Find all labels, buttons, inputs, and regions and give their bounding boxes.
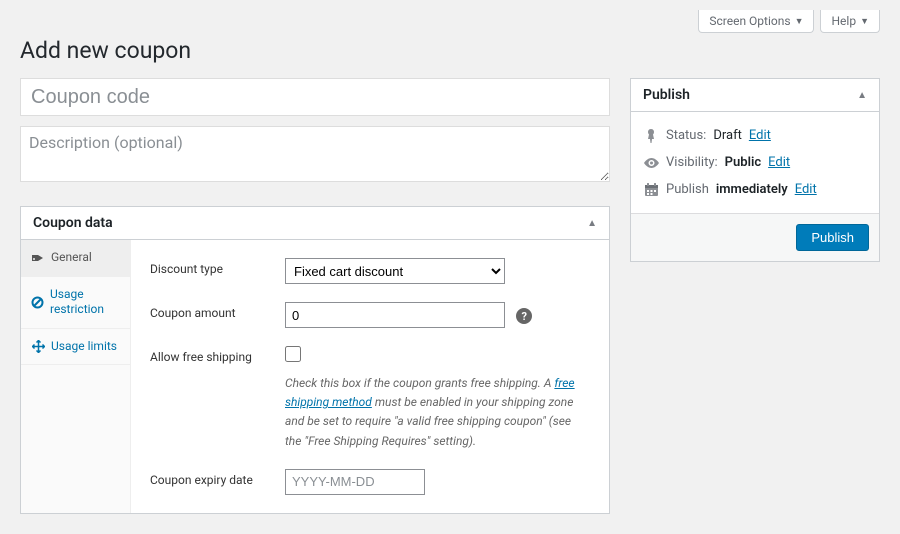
- coupon-data-box: Coupon data ▲ General: [20, 206, 610, 514]
- description-textarea[interactable]: [20, 126, 610, 182]
- publish-box: Publish ▲ Status: Draft Edit: [630, 78, 880, 262]
- collapse-toggle[interactable]: ▲: [587, 218, 597, 229]
- coupon-amount-input[interactable]: [285, 302, 505, 328]
- help-tab[interactable]: Help ▼: [820, 10, 880, 33]
- help-label: Help: [831, 14, 856, 28]
- edit-status-link[interactable]: Edit: [749, 128, 771, 143]
- ban-icon: [31, 296, 44, 309]
- coupon-data-heading: Coupon data: [33, 215, 113, 231]
- move-icon: [31, 340, 45, 353]
- free-shipping-checkbox[interactable]: [285, 346, 301, 362]
- pin-icon: [643, 129, 659, 143]
- expiry-date-label: Coupon expiry date: [150, 469, 285, 487]
- eye-icon: [643, 158, 659, 168]
- screen-options-tab[interactable]: Screen Options ▼: [698, 10, 814, 33]
- free-shipping-label: Allow free shipping: [150, 346, 285, 364]
- coupon-code-input[interactable]: [20, 78, 610, 116]
- tab-general[interactable]: General: [21, 240, 130, 277]
- expiry-date-input[interactable]: [285, 469, 425, 495]
- schedule-label: Publish: [666, 182, 709, 197]
- publish-heading: Publish: [643, 87, 690, 103]
- calendar-icon: [643, 183, 659, 196]
- help-tip-icon[interactable]: ?: [516, 308, 532, 324]
- chevron-down-icon: ▼: [795, 16, 804, 27]
- publish-button[interactable]: Publish: [796, 224, 869, 251]
- edit-schedule-link[interactable]: Edit: [795, 182, 817, 197]
- chevron-down-icon: ▼: [860, 16, 869, 27]
- tab-usage-restriction-label: Usage restriction: [50, 287, 120, 318]
- edit-visibility-link[interactable]: Edit: [768, 155, 790, 170]
- tab-general-label: General: [51, 250, 92, 266]
- tab-usage-restriction[interactable]: Usage restriction: [21, 277, 130, 329]
- schedule-value: immediately: [716, 182, 788, 197]
- screen-options-label: Screen Options: [709, 14, 790, 28]
- tab-usage-limits[interactable]: Usage limits: [21, 329, 130, 366]
- visibility-value: Public: [725, 155, 761, 170]
- status-label: Status:: [666, 128, 706, 143]
- tag-icon: [31, 252, 45, 264]
- coupon-amount-label: Coupon amount: [150, 302, 285, 320]
- free-shipping-description: Check this box if the coupon grants free…: [285, 374, 575, 451]
- discount-type-label: Discount type: [150, 258, 285, 276]
- visibility-label: Visibility:: [666, 155, 718, 170]
- discount-type-select[interactable]: Fixed cart discount: [285, 258, 505, 284]
- status-value: Draft: [713, 128, 742, 143]
- tab-usage-limits-label: Usage limits: [51, 339, 117, 355]
- collapse-toggle[interactable]: ▲: [857, 90, 867, 101]
- page-title: Add new coupon: [20, 37, 880, 64]
